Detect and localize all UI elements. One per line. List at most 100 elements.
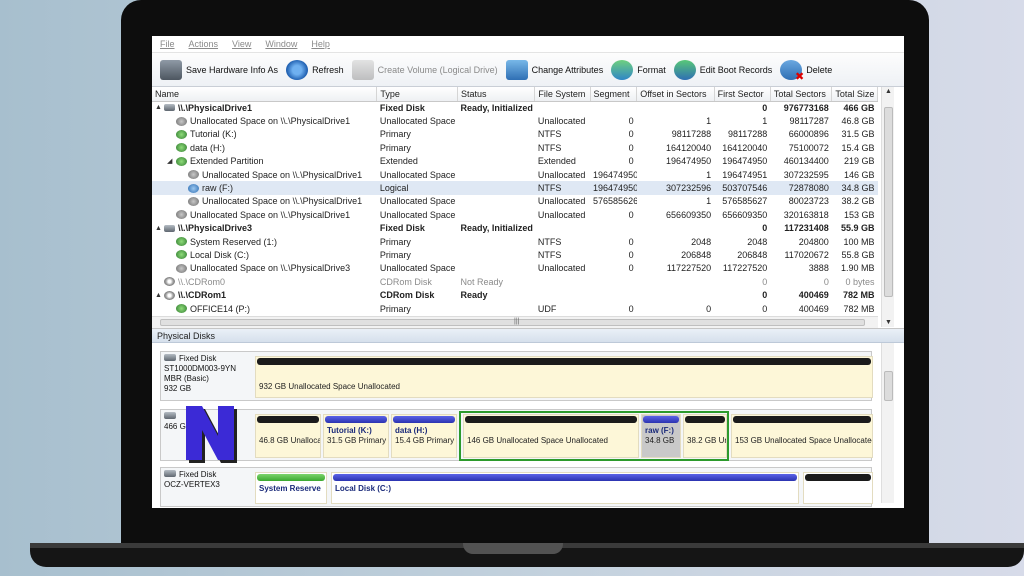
offset-in-sectors-cell: 1 [706,116,712,127]
status-cell: Ready, Initialized [460,223,533,234]
segment-cell: 196474950 [590,181,637,195]
table-vertical-scrollbar[interactable]: ▲ ▼ [881,87,894,327]
menu-help[interactable]: Help [311,39,330,49]
file-system-cell: NTFS [534,181,591,195]
expand-arrow-icon[interactable]: ▲ [155,292,164,299]
unallocated-disk-icon [176,210,187,220]
segment-cell: 0 [628,249,634,260]
partition-block[interactable]: Tutorial (K:) 31.5 GB Primary [323,414,389,458]
table-row[interactable]: System Reserved (1:) Primary NTFS 0 2048 2048… [152,235,878,248]
status-cell: Ready [460,290,488,301]
disks-scroll-thumb[interactable] [884,371,893,401]
file-system-cell: UDF [537,303,557,314]
scroll-up-icon[interactable]: ▲ [885,88,892,95]
file-system-cell: NTFS [537,129,562,140]
table-row[interactable]: ▲ \\.\CDRom1 CDRom Disk Ready 0 400469 782 MB [152,288,878,301]
offset-in-sectors-cell: 656609350 [666,209,712,220]
expand-arrow-icon[interactable]: ▲ [155,225,164,232]
expand-arrow-icon[interactable]: ◢ [167,157,176,165]
create-volume-logical-drive-button[interactable]: Create Volume (Logical Drive) [351,58,498,82]
total-sectors-cell: 0 [823,276,829,287]
change-attributes-button[interactable]: Change Attributes [505,58,603,82]
partition-block[interactable]: 153 GB Unallocated Space Unallocated [731,414,873,458]
column-header-offset-in-sectors[interactable]: Offset in Sectors [636,87,715,102]
partition-block[interactable]: 932 GB Unallocated Space Unallocated [255,356,873,398]
table-row[interactable]: Unallocated Space on \\.\PhysicalDrive1 U… [152,195,878,208]
first-sector-cell: 2048 [747,236,768,247]
offset-in-sectors-cell: 2048 [691,236,712,247]
partition-block[interactable]: data (H:) 15.4 GB Primary [391,414,457,458]
total-sectors-cell: 400469 [798,290,829,301]
table-row[interactable]: Local Disk (C:) Primary NTFS 0 206848 206848 1… [152,248,878,261]
partition-label: 932 GB Unallocated Space Unallocated [256,366,872,394]
format-button[interactable]: Format [611,58,666,82]
menu-window[interactable]: Window [265,39,297,49]
expand-arrow-icon[interactable]: ▲ [155,104,164,111]
partition-text: 15.4 GB Primary [395,436,455,445]
name-cell: ◢ Extended Partition [152,155,377,168]
table-row[interactable]: Unallocated Space on \\.\PhysicalDrive1 U… [152,168,878,181]
partition-bar [257,416,319,423]
status-cell [457,155,534,168]
table-row[interactable]: ▲ \\.\PhysicalDrive1 Fixed Disk Ready, Init… [152,101,878,114]
file-system-cell: Unallocated [537,169,586,180]
menu-actions[interactable]: Actions [189,39,219,49]
status-cell [457,262,534,275]
disks-vertical-scrollbar[interactable] [881,343,894,503]
segment-cell [590,275,637,288]
table-row[interactable]: Unallocated Space on \\.\PhysicalDrive3 U… [152,262,878,275]
total-sectors-cell: 204800 [798,236,829,247]
table-row[interactable]: ▲ \\.\PhysicalDrive3 Fixed Disk Ready, Init… [152,222,878,235]
column-header-status[interactable]: Status [457,87,536,102]
table-row[interactable]: \\.\CDRom0 CDRom Disk Not Ready 0 0 0 bytes [152,275,878,288]
menu-view[interactable]: View [232,39,251,49]
partition-block[interactable]: System Reserve [255,472,327,504]
column-header-file-system[interactable]: File System [534,87,591,102]
column-header-total-sectors[interactable]: Total Sectors [770,87,833,102]
partition-block[interactable] [803,472,873,504]
delete-button[interactable]: Delete [780,58,832,83]
file-system-cell: Unallocated [537,196,586,207]
table-row[interactable]: ◢ Extended Partition Extended Extended 0 1964… [152,155,878,168]
table-horizontal-scrollbar[interactable]: ||| [152,316,878,328]
total-size-cell: 1.90 MB [840,263,875,274]
primary-partition-icon [176,304,187,314]
segment-cell: 576585626 [593,196,637,207]
scroll-down-icon[interactable]: ▼ [885,319,892,326]
table-row[interactable]: data (H:) Primary NTFS 0 164120040 164120040 7… [152,141,878,154]
physical-disk-1[interactable]: Fixed Disk ST1000DM003-9YN MBR (Basic) 932 … [160,351,873,401]
menu-file[interactable]: File [160,39,175,49]
column-header-segment[interactable]: Segment [590,87,638,102]
segment-cell [590,101,637,114]
partition-block[interactable]: Local Disk (C:) [331,472,799,504]
name-cell: Unallocated Space on \\.\PhysicalDrive1 [152,168,377,181]
refresh-button[interactable]: Refresh [286,58,344,82]
unallocated-disk-icon [188,196,199,206]
table-row[interactable]: Unallocated Space on \\.\PhysicalDrive1 U… [152,114,878,127]
offset-in-sectors-cell [637,275,714,288]
offset-in-sectors-cell: 1 [706,196,712,207]
table-row[interactable]: OFFICE14 (P:) Primary UDF 0 0 0 400469 782 MB [152,302,878,315]
physical-disk-3[interactable]: Fixed Disk OCZ-VERTEX3 System Reserve Local… [160,467,873,507]
horizontal-scroll-thumb[interactable] [160,319,865,326]
column-header-name[interactable]: Name [152,87,378,102]
table-row[interactable]: Unallocated Space on \\.\PhysicalDrive1 U… [152,208,878,221]
physical-disk-2[interactable]: 466 GB46.8 GB UnallocatedTutorial (K:)31… [160,409,873,461]
unallocated-disk-icon [188,170,199,180]
table-row[interactable]: Tutorial (K:) Primary NTFS 0 98117288 9811728… [152,128,878,141]
table-scroll-thumb[interactable] [884,107,893,297]
disk-info-line: MBR (Basic) [164,374,209,383]
column-header-total-size[interactable]: Total Size [831,87,878,102]
name-cell: \\.\CDRom0 [152,275,377,288]
table-row[interactable]: raw (F:) Logical NTFS 196474950 307232596 503… [152,181,878,195]
save-hardware-info-as-button[interactable]: Save Hardware Info As [160,58,278,82]
app-window: File Actions View Window Help Save Hardware … [152,36,904,508]
first-sector-cell: 0 [762,102,768,113]
partition-block[interactable]: 46.8 GB Unallocated [255,414,321,458]
column-header-first-sector[interactable]: First Sector [714,87,771,102]
cdrom-icon [164,277,175,287]
edit-boot-records-button[interactable]: Edit Boot Records [673,58,772,82]
type-cell: Primary [379,236,411,247]
column-header-type[interactable]: Type [376,87,458,102]
total-sectors-cell: 75100072 [788,142,829,153]
